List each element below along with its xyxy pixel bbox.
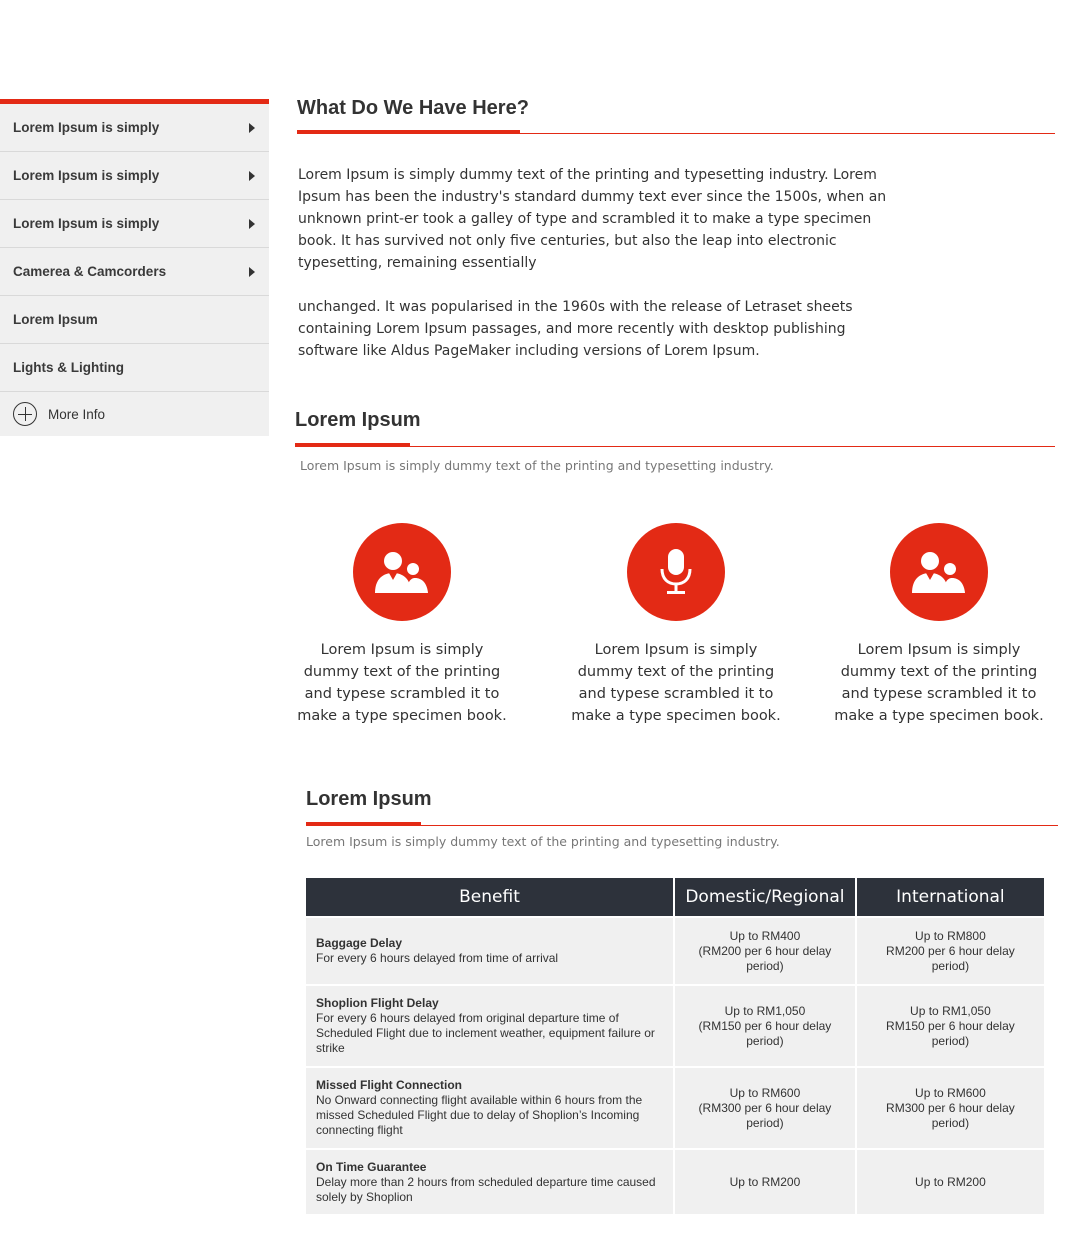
arrow-right-icon (249, 218, 255, 229)
users-icon (353, 523, 451, 621)
column-header-international: International (856, 878, 1044, 916)
sidebar-item-label: Lorem Ipsum (13, 312, 98, 327)
table-row: Baggage Delay For every 6 hours delayed … (306, 918, 1044, 984)
section-title: Lorem Ipsum (295, 409, 421, 431)
section-heading: What Do We Have Here? (297, 97, 529, 120)
heading-divider (306, 825, 1058, 826)
domestic-cell: Up to RM200 (675, 1150, 855, 1214)
section-subtitle: Lorem Ipsum is simply dummy text of the … (300, 458, 774, 473)
sidebar-item-label: Lights & Lighting (13, 360, 124, 375)
column-header-domestic: Domestic/Regional (675, 878, 855, 916)
arrow-right-icon (249, 266, 255, 277)
feature-text: Lorem Ipsum is simply dummy text of the … (834, 642, 1044, 724)
benefit-title: Shoplion Flight Delay (316, 996, 439, 1010)
sidebar-item-label: Camerea & Camcorders (13, 264, 167, 279)
benefit-title: On Time Guarantee (316, 1159, 427, 1174)
benefit-cell: Shoplion Flight Delay For every 6 hours … (306, 986, 674, 1066)
benefit-desc: For every 6 hours delayed from time of a… (316, 951, 559, 965)
microphone-icon (627, 523, 725, 621)
section-title: What Do We Have Here? (297, 97, 529, 119)
feature-text: Lorem Ipsum is simply dummy text of the … (297, 642, 507, 724)
arrow-right-icon (249, 170, 255, 181)
more-info-label: More Info (48, 406, 106, 422)
benefit-desc: For every 6 hours delayed from original … (316, 1011, 655, 1055)
domestic-cell: Up to RM1,050 (RM150 per 6 hour delay pe… (675, 986, 855, 1066)
domestic-cell: Up to RM600 (RM300 per 6 hour delay peri… (675, 1068, 855, 1148)
benefit-title: Missed Flight Connection (316, 1078, 462, 1092)
sidebar-item-lorem[interactable]: Lorem Ipsum (0, 296, 269, 344)
benefit-desc: No Onward connecting flight available wi… (316, 1093, 643, 1137)
users-icon (890, 523, 988, 621)
section-heading: Lorem Ipsum (306, 788, 432, 811)
sidebar-item-2[interactable]: Lorem Ipsum is simply (0, 152, 269, 200)
sidebar-item-label: Lorem Ipsum is simply (13, 168, 160, 183)
domestic-cell: Up to RM400 (RM200 per 6 hour delay peri… (675, 918, 855, 984)
sidebar-item-label: Lorem Ipsum is simply (13, 120, 160, 135)
section-subtitle: Lorem Ipsum is simply dummy text of the … (306, 834, 780, 849)
benefit-cell: Baggage Delay For every 6 hours delayed … (306, 918, 674, 984)
feature-card: Lorem Ipsum is simply dummy text of the … (297, 523, 507, 727)
international-cell: Up to RM1,050 RM150 per 6 hour delay per… (856, 986, 1044, 1066)
benefit-title: Baggage Delay (316, 936, 403, 950)
column-header-benefit: Benefit (306, 878, 674, 916)
feature-card: Lorem Ipsum is simply dummy text of the … (571, 523, 781, 727)
section-heading: Lorem Ipsum (295, 409, 421, 432)
sidebar-item-1[interactable]: Lorem Ipsum is simply (0, 104, 269, 152)
heading-divider (297, 133, 1055, 134)
plus-circle-icon (13, 402, 37, 426)
benefit-desc: Delay more than 2 hours from scheduled d… (316, 1174, 656, 1204)
benefit-cell: Missed Flight Connection No Onward conne… (306, 1068, 674, 1148)
sidebar-item-cameras[interactable]: Camerea & Camcorders (0, 248, 269, 296)
international-cell: Up to RM200 (856, 1150, 1044, 1214)
sidebar-item-label: Lorem Ipsum is simply (13, 216, 160, 231)
table-row: On Time Guarantee Delay more than 2 hour… (306, 1150, 1044, 1214)
sidebar-item-3[interactable]: Lorem Ipsum is simply (0, 200, 269, 248)
intro-paragraph: unchanged. It was popularised in the 196… (298, 299, 853, 359)
section-title: Lorem Ipsum (306, 788, 432, 810)
sidebar-item-lighting[interactable]: Lights & Lighting (0, 344, 269, 392)
arrow-right-icon (249, 122, 255, 133)
international-cell: Up to RM600 RM300 per 6 hour delay perio… (856, 1068, 1044, 1148)
sidebar-menu: Lorem Ipsum is simply Lorem Ipsum is sim… (0, 99, 269, 436)
heading-divider (295, 446, 1055, 447)
table-row: Shoplion Flight Delay For every 6 hours … (306, 986, 1044, 1066)
benefit-cell: On Time Guarantee Delay more than 2 hour… (306, 1150, 674, 1214)
more-info-button[interactable]: More Info (0, 392, 269, 436)
table-header-row: Benefit Domestic/Regional International (306, 878, 1044, 916)
intro-text: Lorem Ipsum is simply dummy text of the … (298, 164, 903, 384)
intro-paragraph: Lorem Ipsum is simply dummy text of the … (298, 167, 887, 271)
benefits-table: Benefit Domestic/Regional International … (304, 876, 1046, 1216)
international-cell: Up to RM800 RM200 per 6 hour delay perio… (856, 918, 1044, 984)
feature-card: Lorem Ipsum is simply dummy text of the … (834, 523, 1044, 727)
table-row: Missed Flight Connection No Onward conne… (306, 1068, 1044, 1148)
feature-text: Lorem Ipsum is simply dummy text of the … (571, 642, 781, 724)
